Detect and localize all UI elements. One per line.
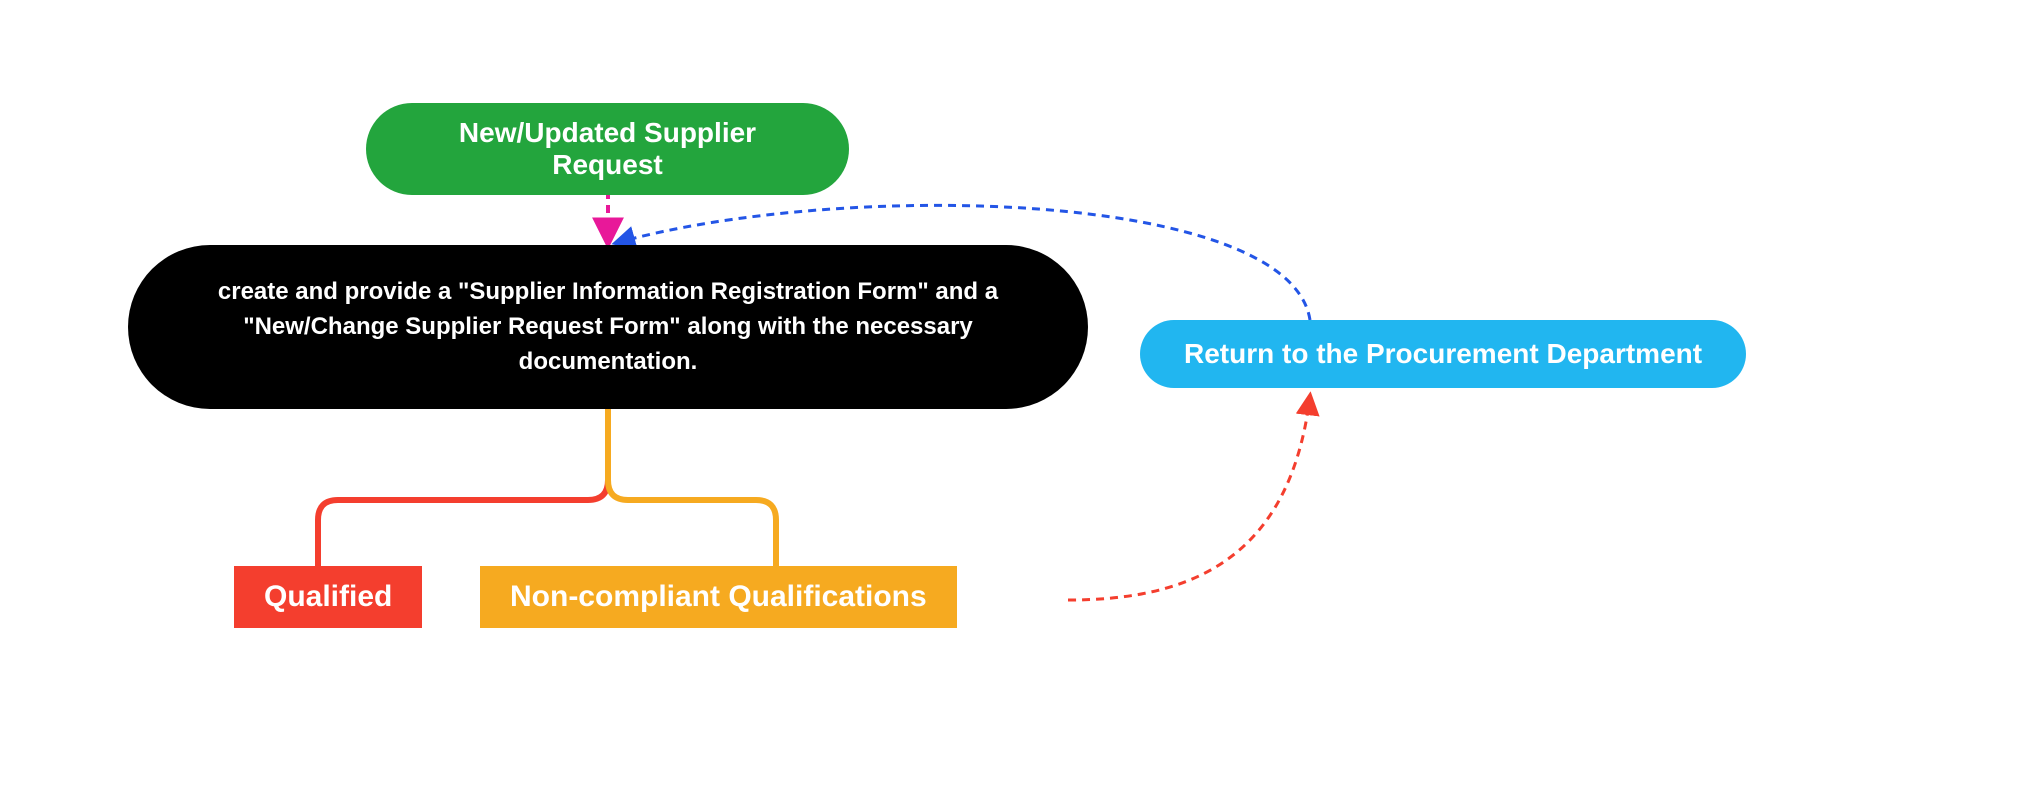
node-return-procurement: Return to the Procurement Department xyxy=(1140,320,1746,388)
connector-create-to-noncompliant xyxy=(608,410,776,566)
connector-create-to-qualified xyxy=(318,410,608,566)
node-create-forms-label: create and provide a "Supplier Informati… xyxy=(178,275,1038,379)
node-noncompliant: Non-compliant Qualifications xyxy=(480,566,957,628)
node-create-forms: create and provide a "Supplier Informati… xyxy=(128,245,1088,409)
node-qualified-label: Qualified xyxy=(264,580,392,614)
node-return-procurement-label: Return to the Procurement Department xyxy=(1184,338,1702,370)
connector-noncompliant-to-return xyxy=(1068,396,1310,600)
node-qualified: Qualified xyxy=(234,566,422,628)
node-start: New/Updated Supplier Request xyxy=(366,103,849,195)
node-noncompliant-label: Non-compliant Qualifications xyxy=(510,580,927,614)
node-start-label: New/Updated Supplier Request xyxy=(406,117,809,181)
